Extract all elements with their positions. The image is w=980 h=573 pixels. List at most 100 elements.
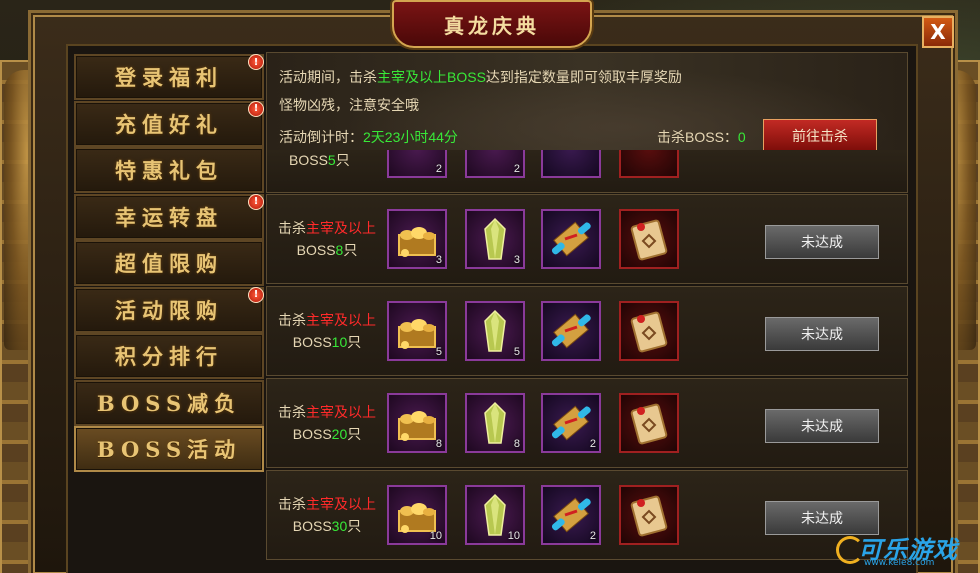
countdown: 活动倒计时：2天23小时44分 xyxy=(279,127,458,147)
req-count: 20 xyxy=(331,426,348,442)
req-highlight: 主宰及以上 xyxy=(306,496,376,512)
reward-row-partial: BOSS5只 2 2 xyxy=(266,150,908,193)
item-quantity: 10 xyxy=(429,530,442,542)
sidebar-item[interactable]: 超值限购 xyxy=(74,240,264,286)
reward-slot[interactable]: 5 xyxy=(387,301,447,361)
reward-slot[interactable]: 10 xyxy=(465,485,525,545)
reward-slot[interactable]: 3 xyxy=(465,209,525,269)
reward-slot[interactable]: 8 xyxy=(387,393,447,453)
reward-slot[interactable]: 2 xyxy=(465,150,525,178)
item-quantity: 5 xyxy=(513,346,520,358)
reward-slot[interactable]: 10 xyxy=(387,485,447,545)
item-quantity: 3 xyxy=(435,254,442,266)
req-unit: 只 xyxy=(347,426,362,442)
req-boss: BOSS xyxy=(292,518,332,534)
reward-slot[interactable]: 2 xyxy=(541,393,601,453)
row-requirement: 击杀主宰及以上 BOSS30只 xyxy=(269,493,385,537)
reward-slot[interactable] xyxy=(619,150,679,178)
req-highlight: 主宰及以上 xyxy=(306,312,376,328)
item-quantity: 8 xyxy=(435,438,442,450)
game-scene: 真龙庆典 X 登录福利! 充值好礼! 特惠礼包 幸运转盘! 超值限购 活动限购! 积分排行 B… xyxy=(0,0,980,573)
event-description: 活动期间，击杀主宰及以上BOSS达到指定数量即可领取丰厚奖励 xyxy=(279,67,682,87)
req-prefix: 击杀 xyxy=(278,312,306,328)
req-prefix: 击杀 xyxy=(278,404,306,420)
sidebar-item-label: 活动限购 xyxy=(115,297,223,323)
req-boss: BOSS xyxy=(296,242,336,258)
event-info-panel: 活动期间，击杀主宰及以上BOSS达到指定数量即可领取丰厚奖励 怪物凶残，注意安全… xyxy=(266,52,908,160)
req-boss: BOSS xyxy=(292,426,332,442)
close-button[interactable]: X xyxy=(922,16,954,48)
alert-badge-icon: ! xyxy=(248,286,264,303)
not-achieved-button[interactable]: 未达成 xyxy=(765,225,879,259)
sidebar-item[interactable]: 登录福利! xyxy=(74,54,264,100)
reward-slot[interactable]: 2 xyxy=(541,485,601,545)
reward-row: 击杀主宰及以上 BOSS10只 5 5 未达成 xyxy=(266,286,908,376)
item-quantity: 10 xyxy=(507,530,520,542)
reward-slot[interactable] xyxy=(619,209,679,269)
watermark-url: www.kele8.com xyxy=(864,558,935,568)
item-quantity: 2 xyxy=(513,163,520,175)
kill-count-label: 击杀BOSS： xyxy=(657,129,738,145)
item-quantity: 3 xyxy=(513,254,520,266)
not-achieved-button[interactable]: 未达成 xyxy=(765,409,879,443)
reward-slot[interactable]: 5 xyxy=(465,301,525,361)
sidebar-item[interactable]: 充值好礼! xyxy=(74,100,264,147)
req-highlight: 主宰及以上 xyxy=(306,404,376,420)
reward-slot[interactable] xyxy=(619,301,679,361)
title-plate: 真龙庆典 xyxy=(392,0,592,48)
sidebar-item[interactable]: 特惠礼包 xyxy=(74,147,264,193)
item-quantity: 5 xyxy=(435,346,442,358)
req-unit: 只 xyxy=(347,334,362,350)
partial-row-label: BOSS5只 xyxy=(289,150,350,170)
req-highlight: 主宰及以上 xyxy=(306,220,376,236)
site-watermark: 可乐游戏 www.kele8.com xyxy=(836,530,976,570)
reward-slot[interactable] xyxy=(619,485,679,545)
req-unit: 只 xyxy=(347,518,362,534)
reward-slot[interactable] xyxy=(541,301,601,361)
reward-row: 击杀主宰及以上 BOSS8只 3 3 未达成 xyxy=(266,194,908,284)
not-achieved-button[interactable]: 未达成 xyxy=(765,317,879,351)
alert-badge-icon: ! xyxy=(248,193,264,210)
window-title: 真龙庆典 xyxy=(444,13,540,38)
sidebar: 登录福利! 充值好礼! 特惠礼包 幸运转盘! 超值限购 活动限购! 积分排行 BOSS减负 BO… xyxy=(74,54,264,569)
sidebar-item-label: 登录福利 xyxy=(115,65,223,90)
reward-slot[interactable]: 2 xyxy=(387,150,447,178)
sidebar-item-label: 幸运转盘 xyxy=(115,204,223,230)
sidebar-item-label: BOSS活动 xyxy=(96,437,242,462)
alert-badge-icon: ! xyxy=(248,54,264,70)
reward-slot[interactable] xyxy=(541,150,601,178)
row-requirement: 击杀主宰及以上 BOSS8只 xyxy=(269,217,385,261)
sidebar-item-label: 充值好礼 xyxy=(115,111,223,137)
alert-badge-icon: ! xyxy=(248,100,264,117)
item-quantity: 2 xyxy=(589,530,596,542)
item-quantity: 2 xyxy=(589,438,596,450)
sidebar-item[interactable]: 幸运转盘! xyxy=(74,193,264,240)
reward-slot[interactable] xyxy=(541,209,601,269)
req-prefix: 击杀 xyxy=(278,220,306,236)
partial-count: 5 xyxy=(327,152,336,168)
req-prefix: 击杀 xyxy=(278,496,306,512)
goto-kill-button[interactable]: 前往击杀 xyxy=(763,119,877,153)
event-warning: 怪物凶残，注意安全哦 xyxy=(279,97,419,113)
item-quantity: 2 xyxy=(435,163,442,175)
sidebar-item[interactable]: BOSS活动 xyxy=(74,426,264,472)
sidebar-item[interactable]: BOSS减负 xyxy=(74,379,264,426)
req-count: 10 xyxy=(331,334,348,350)
countdown-label: 活动倒计时： xyxy=(279,129,363,145)
reward-slot[interactable]: 3 xyxy=(387,209,447,269)
req-boss: BOSS xyxy=(292,334,332,350)
reward-slot[interactable]: 8 xyxy=(465,393,525,453)
desc-highlight: 主宰及以上BOSS xyxy=(377,69,486,85)
sidebar-item-label: 积分排行 xyxy=(115,344,223,369)
reward-slot[interactable] xyxy=(619,393,679,453)
partial-unit: 只 xyxy=(335,152,350,168)
countdown-value: 2天23小时44分 xyxy=(363,129,458,145)
item-quantity: 8 xyxy=(513,438,520,450)
sidebar-item[interactable]: 活动限购! xyxy=(74,286,264,333)
reward-row: 击杀主宰及以上 BOSS30只 10 10 2 未达成 xyxy=(266,470,908,560)
sidebar-item-label: 超值限购 xyxy=(115,251,223,276)
desc-text-a: 活动期间，击杀 xyxy=(279,69,377,85)
req-unit: 只 xyxy=(343,242,358,258)
sidebar-item[interactable]: 积分排行 xyxy=(74,333,264,379)
req-count: 30 xyxy=(331,518,348,534)
